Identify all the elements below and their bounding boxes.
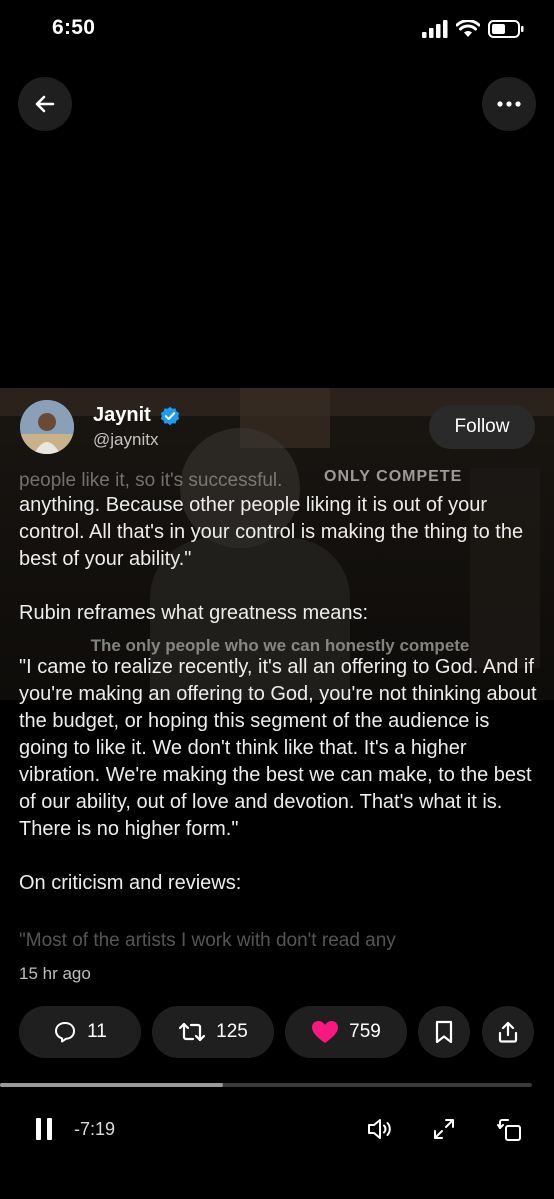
video-progress-fill — [0, 1083, 224, 1087]
post-paragraph: Rubin reframes what greatness means: — [19, 602, 369, 624]
post-text-faded-bottom: "Most of the artists I work with don't r… — [19, 930, 396, 951]
volume-button[interactable] — [366, 1117, 394, 1146]
verified-badge — [160, 406, 180, 431]
reply-button[interactable]: 11 — [19, 1006, 141, 1058]
more-icon — [497, 101, 521, 107]
like-count: 759 — [349, 1021, 381, 1042]
post-timestamp: 15 hr ago — [19, 964, 91, 983]
reply-icon — [55, 1022, 76, 1043]
status-time: 6:50 — [52, 16, 96, 39]
time-remaining: -7:19 — [74, 1119, 116, 1139]
rotate-button[interactable] — [497, 1117, 523, 1148]
battery-icon — [488, 20, 524, 38]
heart-icon — [312, 1021, 339, 1043]
repost-button[interactable]: 125 — [152, 1006, 274, 1058]
follow-button[interactable]: Follow — [429, 405, 535, 449]
more-options-button[interactable] — [482, 77, 536, 131]
rotate-icon — [497, 1119, 521, 1141]
bookmark-button[interactable] — [418, 1006, 470, 1058]
video-overlay-top: ONLY COMPETE — [324, 468, 463, 485]
verified-icon — [160, 406, 180, 426]
signal-icon — [422, 20, 448, 38]
repost-count: 125 — [216, 1021, 248, 1042]
author-name[interactable]: Jaynit — [93, 404, 151, 427]
fullscreen-button[interactable] — [432, 1117, 456, 1146]
post-paragraph: On criticism and reviews: — [19, 872, 242, 894]
pause-icon — [36, 1118, 52, 1140]
expand-icon — [434, 1119, 454, 1139]
bookmark-icon — [435, 1020, 453, 1044]
post-text-faded-top: people like it, so it's successful. — [19, 470, 283, 491]
post-paragraph: "I came to realize recently, it's all an… — [19, 656, 537, 840]
avatar[interactable] — [20, 400, 74, 454]
post-paragraph: anything. Because other people liking it… — [19, 494, 524, 570]
post-text: anything. Because other people liking it… — [19, 492, 539, 924]
like-button[interactable]: 759 — [285, 1006, 407, 1058]
pause-button[interactable] — [34, 1117, 54, 1146]
share-icon — [498, 1021, 518, 1043]
share-button[interactable] — [482, 1006, 534, 1058]
back-arrow-icon — [35, 95, 55, 113]
author-handle[interactable]: @jaynitx — [93, 430, 158, 450]
wifi-icon — [456, 20, 480, 37]
status-icons — [422, 20, 524, 38]
volume-icon — [368, 1119, 391, 1139]
avatar-image — [20, 400, 74, 454]
reply-count: 11 — [87, 1021, 107, 1042]
repost-icon — [179, 1022, 206, 1042]
back-button[interactable] — [18, 77, 72, 131]
